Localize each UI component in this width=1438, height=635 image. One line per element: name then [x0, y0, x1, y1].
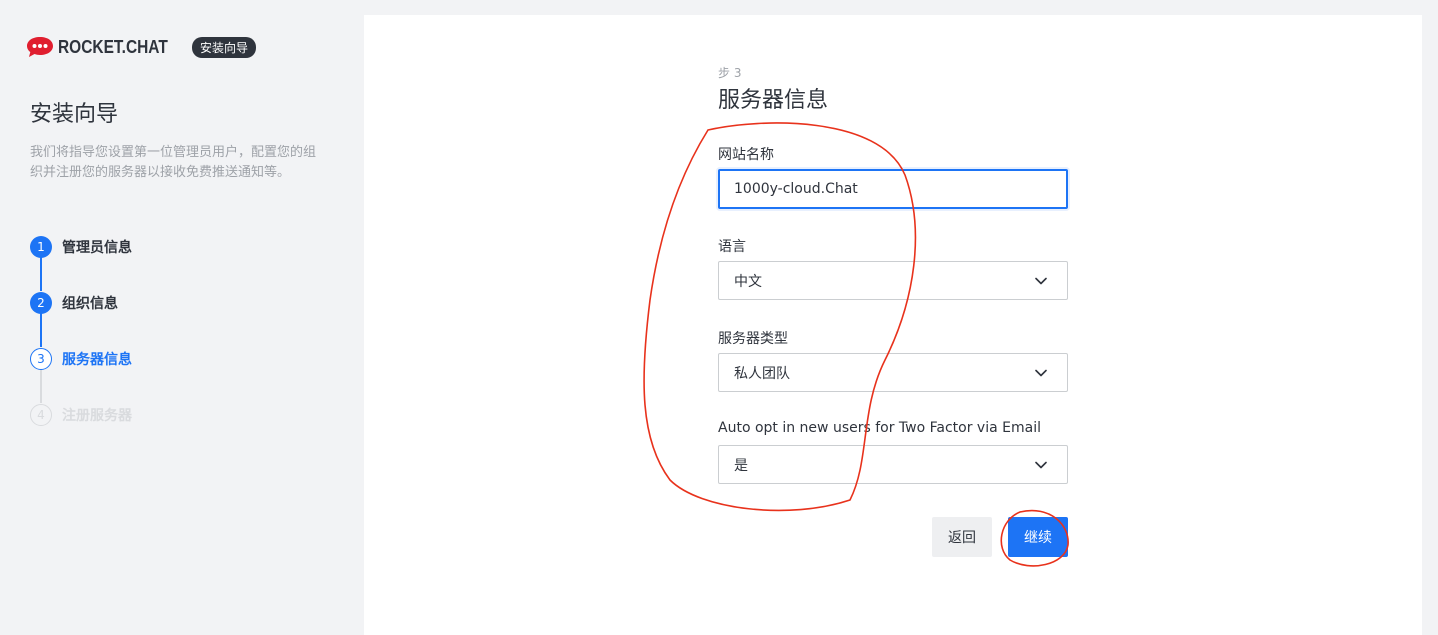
two-factor-value: 是 — [734, 457, 748, 474]
site-name-label: 网站名称 — [718, 147, 774, 163]
step-connector — [40, 369, 42, 403]
step-number: 2 — [30, 292, 52, 314]
step-register-server: 4 注册服务器 — [30, 403, 132, 427]
brand: ROCKET.CHAT 安装向导 — [26, 35, 257, 59]
language-value: 中文 — [734, 273, 762, 290]
site-name-input[interactable] — [718, 169, 1068, 209]
step-number: 1 — [30, 236, 52, 258]
step-org-info: 2 组织信息 — [30, 291, 118, 315]
two-factor-select[interactable]: 是 — [718, 445, 1068, 484]
step-label: 注册服务器 — [62, 408, 132, 424]
continue-button[interactable]: 继续 — [1008, 517, 1068, 557]
step-number: 3 — [30, 348, 52, 370]
step-number: 4 — [30, 404, 52, 426]
wizard-badge: 安装向导 — [192, 37, 257, 58]
chevron-down-icon — [1035, 277, 1047, 284]
server-type-label: 服务器类型 — [718, 331, 788, 347]
language-select[interactable]: 中文 — [718, 261, 1068, 300]
back-button[interactable]: 返回 — [932, 517, 992, 557]
server-type-select[interactable]: 私人团队 — [718, 353, 1068, 392]
sidebar: ROCKET.CHAT 安装向导 安装向导 我们将指导您设置第一位管理员用户，配… — [0, 0, 364, 618]
step-label: 服务器信息 — [62, 352, 132, 368]
step-label: 组织信息 — [62, 296, 118, 312]
rocket-chat-logo-icon — [27, 37, 53, 57]
step-label: 管理员信息 — [62, 240, 132, 256]
chevron-down-icon — [1035, 461, 1047, 468]
wizard-card: 步 3 服务器信息 网站名称 语言 中文 服务器类型 私人团队 Auto opt… — [364, 15, 1422, 635]
step-connector — [40, 257, 42, 291]
chevron-down-icon — [1035, 369, 1047, 376]
form-title: 服务器信息 — [718, 88, 829, 113]
sidebar-description: 我们将指导您设置第一位管理员用户，配置您的组织并注册您的服务器以接收免费推送通知… — [30, 145, 317, 180]
language-label: 语言 — [718, 239, 746, 255]
sidebar-title: 安装向导 — [30, 102, 119, 127]
step-server-info: 3 服务器信息 — [30, 347, 132, 371]
server-type-value: 私人团队 — [734, 365, 790, 382]
two-factor-label: Auto opt in new users for Two Factor via… — [718, 420, 1041, 436]
step-admin-info: 1 管理员信息 — [30, 235, 132, 259]
brand-name: ROCKET.CHAT — [58, 36, 168, 57]
step-indicator: 步 3 — [718, 66, 742, 80]
step-connector — [40, 313, 42, 347]
